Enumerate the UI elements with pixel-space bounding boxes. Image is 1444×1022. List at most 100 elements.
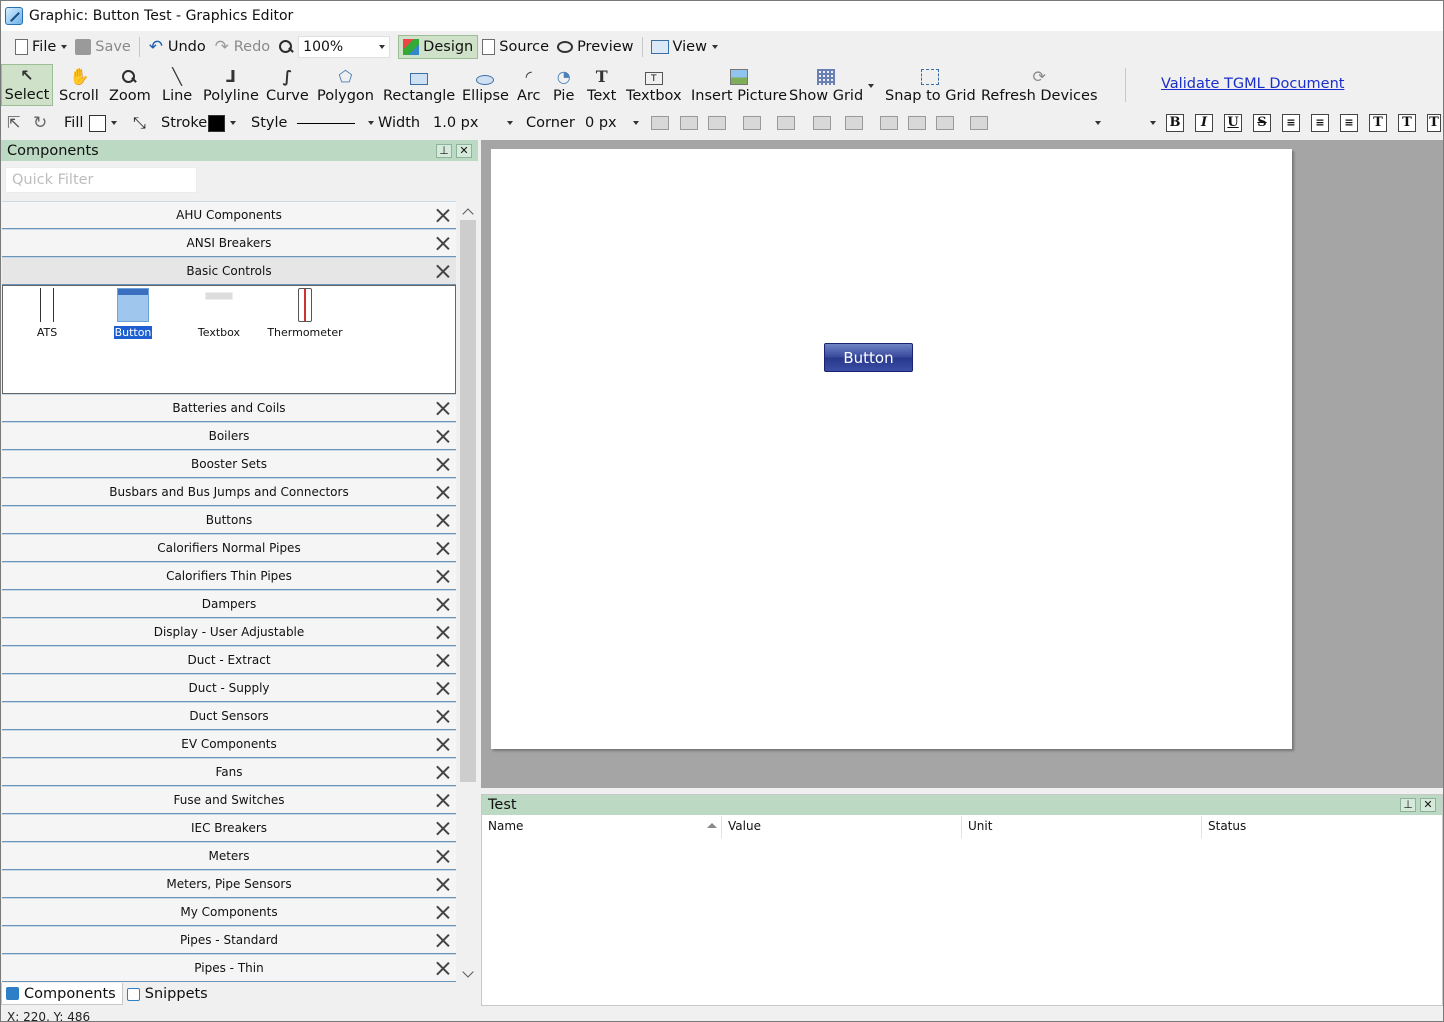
category-header[interactable]: Buttons bbox=[2, 506, 456, 534]
tab-snippets[interactable]: Snippets bbox=[123, 983, 214, 1005]
category-header[interactable]: Duct Sensors bbox=[2, 702, 456, 730]
valign-bottom-button[interactable]: T bbox=[1427, 114, 1441, 132]
pointer-select-button[interactable]: ⇱ bbox=[7, 112, 27, 134]
scroll-up-icon[interactable] bbox=[463, 206, 473, 216]
arc-tool[interactable]: ◜ Arc bbox=[514, 64, 544, 106]
rotate-button[interactable]: ↻ bbox=[33, 112, 53, 134]
close-icon[interactable] bbox=[436, 821, 450, 835]
align-center-icon[interactable]: ≡ bbox=[1311, 114, 1329, 132]
category-header-expanded[interactable]: Basic Controls bbox=[2, 257, 456, 285]
close-icon[interactable]: ✕ bbox=[456, 143, 472, 158]
validate-tgml-link[interactable]: Validate TGML Document bbox=[1161, 76, 1344, 92]
stroke-color-picker[interactable] bbox=[208, 112, 236, 134]
line-style-combo[interactable] bbox=[289, 112, 374, 134]
tab-components[interactable]: Components bbox=[1, 983, 123, 1005]
ungroup-icon[interactable] bbox=[680, 116, 698, 130]
rotate-right-icon[interactable] bbox=[908, 116, 926, 130]
pin-icon[interactable]: ⊥ bbox=[436, 143, 452, 158]
component-button[interactable]: Button bbox=[93, 288, 173, 340]
category-header[interactable]: Calorifiers Thin Pipes bbox=[2, 562, 456, 590]
category-header[interactable]: Meters, Pipe Sensors bbox=[2, 870, 456, 898]
select-tool[interactable]: ↖ Select bbox=[1, 64, 53, 106]
close-icon[interactable] bbox=[436, 961, 450, 975]
file-menu-button[interactable]: File bbox=[11, 35, 71, 59]
fill-color-picker[interactable] bbox=[89, 112, 117, 134]
show-grid-toggle[interactable]: Show Grid bbox=[786, 64, 866, 106]
zoom-level-combo[interactable]: 100% bbox=[298, 35, 391, 58]
category-header[interactable]: Meters bbox=[2, 842, 456, 870]
close-icon[interactable] bbox=[436, 849, 450, 863]
show-grid-dropdown[interactable] bbox=[863, 76, 874, 88]
italic-button[interactable]: I bbox=[1195, 114, 1213, 132]
category-header[interactable]: Dampers bbox=[2, 590, 456, 618]
close-icon[interactable] bbox=[436, 933, 450, 947]
snap-to-grid-toggle[interactable]: Snap to Grid bbox=[882, 64, 979, 106]
column-header-value[interactable]: Value bbox=[722, 816, 962, 838]
close-icon[interactable] bbox=[436, 457, 450, 471]
category-header[interactable]: Fans bbox=[2, 758, 456, 786]
corner-radius-combo[interactable]: 0 px bbox=[581, 112, 643, 134]
component-textbox[interactable]: Textbox bbox=[179, 288, 259, 339]
view-menu-button[interactable]: View bbox=[647, 35, 722, 59]
pie-tool[interactable]: ◔ Pie bbox=[550, 64, 577, 106]
stroke-width-combo[interactable]: 1.0 px bbox=[429, 112, 517, 134]
rectangle-tool[interactable]: Rectangle bbox=[380, 64, 458, 106]
strikethrough-button[interactable]: S bbox=[1253, 114, 1271, 132]
component-thermometer[interactable]: Thermometer bbox=[265, 288, 345, 339]
underline-button[interactable]: U bbox=[1224, 114, 1242, 132]
category-header[interactable]: EV Components bbox=[2, 730, 456, 758]
category-header[interactable]: Batteries and Coils bbox=[2, 394, 456, 422]
category-header[interactable]: Fuse and Switches bbox=[2, 786, 456, 814]
font-family-combo[interactable] bbox=[1011, 112, 1101, 134]
column-header-unit[interactable]: Unit bbox=[962, 816, 1202, 838]
category-header[interactable]: Booster Sets bbox=[2, 450, 456, 478]
close-icon[interactable] bbox=[436, 569, 450, 583]
size-icon[interactable] bbox=[845, 116, 863, 130]
close-icon[interactable] bbox=[436, 401, 450, 415]
close-icon[interactable]: ✕ bbox=[1420, 798, 1436, 812]
quick-filter-input[interactable]: Quick Filter bbox=[5, 167, 197, 193]
order-icon[interactable] bbox=[743, 116, 761, 130]
category-header[interactable]: Busbars and Bus Jumps and Connectors bbox=[2, 478, 456, 506]
category-header[interactable]: Calorifiers Normal Pipes bbox=[2, 534, 456, 562]
column-header-name[interactable]: Name bbox=[482, 816, 722, 838]
preview-button[interactable]: Preview bbox=[553, 35, 637, 59]
category-header[interactable]: Duct - Supply bbox=[2, 674, 456, 702]
column-header-status[interactable]: Status bbox=[1202, 816, 1442, 838]
category-header[interactable]: Display - User Adjustable bbox=[2, 618, 456, 646]
transform-icon[interactable] bbox=[970, 116, 988, 130]
category-header[interactable]: AHU Components bbox=[2, 201, 456, 229]
distribute-icon[interactable] bbox=[777, 116, 795, 130]
close-icon[interactable] bbox=[436, 485, 450, 499]
close-icon[interactable] bbox=[436, 681, 450, 695]
close-icon[interactable] bbox=[436, 737, 450, 751]
group-icon[interactable] bbox=[651, 116, 669, 130]
valign-middle-button[interactable]: T bbox=[1398, 114, 1416, 132]
scroll-down-icon[interactable] bbox=[463, 968, 473, 978]
design-canvas-area[interactable]: Button bbox=[481, 140, 1443, 788]
save-button[interactable]: Save bbox=[71, 35, 135, 59]
close-icon[interactable] bbox=[436, 765, 450, 779]
skew-icon[interactable] bbox=[936, 116, 954, 130]
bold-button[interactable]: B bbox=[1166, 114, 1184, 132]
rotate-left-icon[interactable] bbox=[880, 116, 898, 130]
stroke-tool-icon-button[interactable]: ⤡ bbox=[133, 112, 153, 134]
insert-picture-tool[interactable]: Insert Picture bbox=[688, 64, 790, 106]
ellipse-tool[interactable]: Ellipse bbox=[459, 64, 512, 106]
text-tool[interactable]: T Text bbox=[584, 64, 619, 106]
canvas-button-object[interactable]: Button bbox=[824, 343, 913, 372]
source-view-button[interactable]: Source bbox=[478, 35, 553, 59]
category-header[interactable]: My Components bbox=[2, 898, 456, 926]
zoom-tool[interactable]: Zoom bbox=[106, 64, 154, 106]
curve-tool[interactable]: ∫ Curve bbox=[263, 64, 312, 106]
flip-icon[interactable] bbox=[813, 116, 831, 130]
refresh-devices-button[interactable]: ⟳ Refresh Devices bbox=[978, 64, 1101, 106]
graphic-page[interactable]: Button bbox=[491, 149, 1292, 749]
font-size-combo[interactable] bbox=[1106, 112, 1156, 134]
category-header[interactable]: Pipes - Thin bbox=[2, 954, 456, 982]
close-icon[interactable] bbox=[436, 429, 450, 443]
close-icon[interactable] bbox=[436, 793, 450, 807]
category-header[interactable]: IEC Breakers bbox=[2, 814, 456, 842]
line-tool[interactable]: ╲ Line bbox=[159, 64, 195, 106]
category-header[interactable]: ANSI Breakers bbox=[2, 229, 456, 257]
